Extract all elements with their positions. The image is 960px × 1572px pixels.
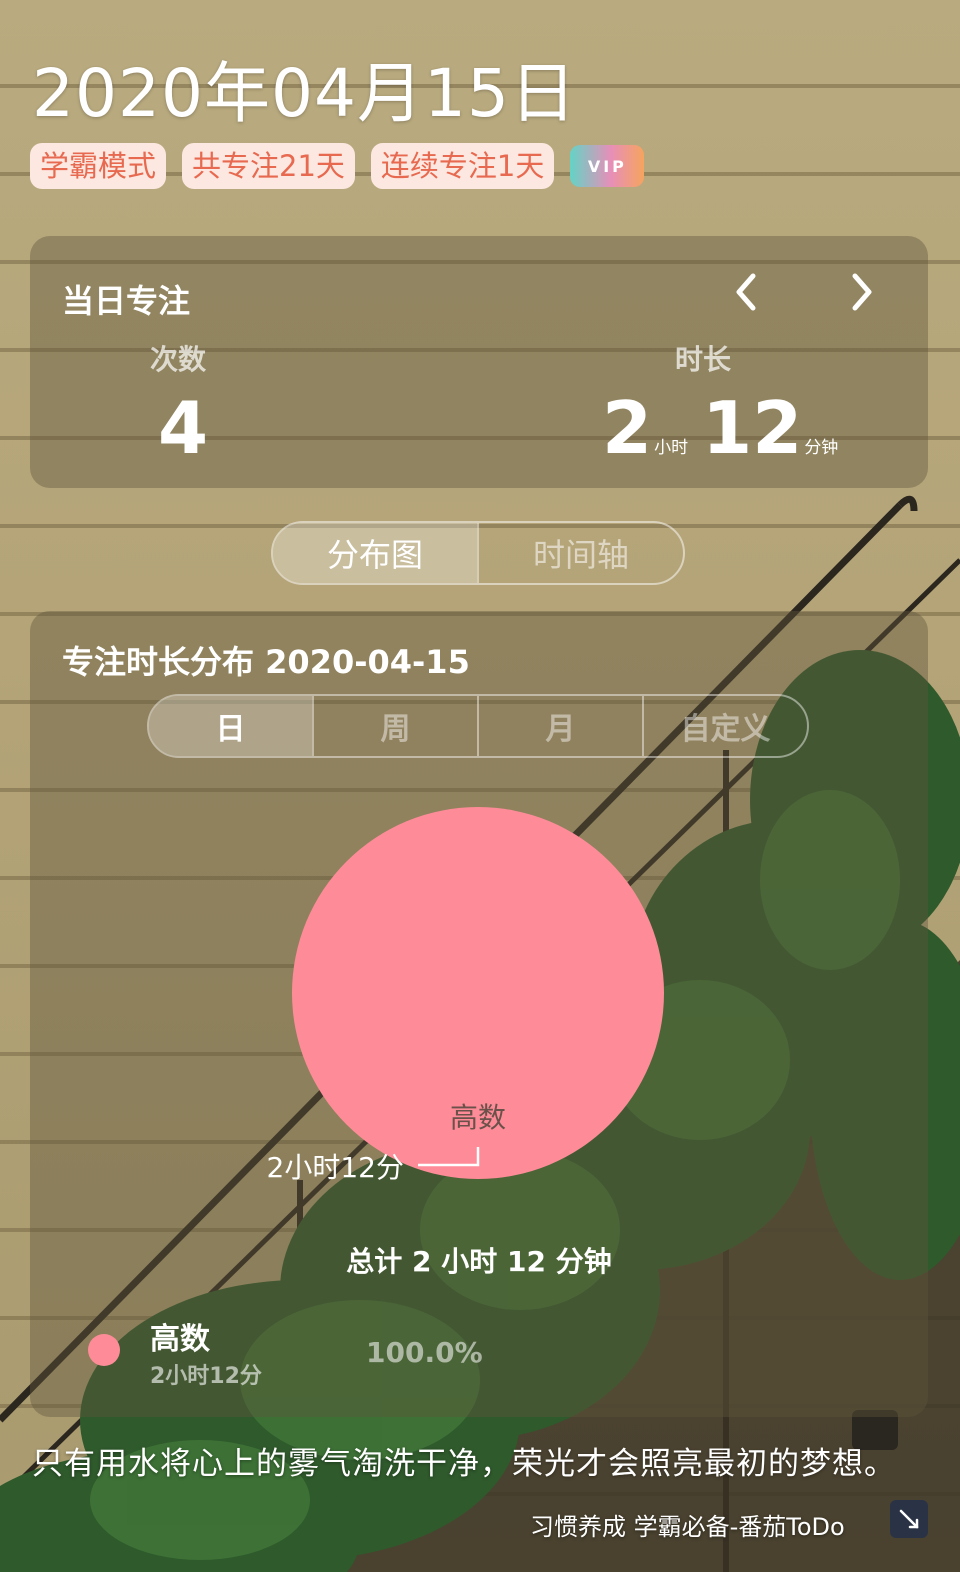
tab-distribution[interactable]: 分布图 (273, 523, 477, 583)
prev-day-button[interactable] (724, 270, 768, 314)
duration-label: 时长 (675, 343, 732, 376)
legend-item[interactable]: 高数 2小时12分 100.0% (88, 1314, 888, 1389)
daily-focus-title: 当日专注 (62, 282, 191, 320)
next-day-button[interactable] (840, 270, 884, 314)
legend-name: 高数 (150, 1322, 210, 1357)
fullscreen-button[interactable] (890, 1500, 928, 1538)
count-value: 4 (158, 386, 209, 470)
pie-chart: 高数 2小时12分 (267, 807, 664, 1184)
expand-icon (899, 1509, 919, 1529)
chevron-right-icon (852, 273, 872, 311)
date-title: 2020年04月15日 (32, 55, 577, 132)
brand-text: 习惯养成 学霸必备-番茄ToDo (530, 1513, 845, 1541)
minutes-unit: 分钟 (804, 438, 839, 458)
hours-value: 2 (602, 386, 653, 470)
chevron-left-icon (736, 273, 756, 311)
pie-chart-area: 高数 2小时12分 (30, 611, 928, 1311)
pie-slice-label: 高数 (450, 1101, 506, 1134)
mode-tag[interactable]: 学霸模式 (30, 143, 167, 189)
tag-row: 学霸模式 共专注21天 连续专注1天 VIP (30, 143, 645, 189)
legend-color-dot (88, 1334, 120, 1366)
legend-duration: 2小时12分 (150, 1364, 262, 1389)
count-label: 次数 (150, 343, 207, 376)
tab-timeline[interactable]: 时间轴 (477, 523, 683, 583)
total-days-tag[interactable]: 共专注21天 (182, 143, 355, 189)
pie-value-label: 2小时12分 (267, 1151, 404, 1184)
legend-percent: 100.0% (366, 1336, 483, 1369)
daily-focus-card: 当日专注 次数 时长 4 2 小时 12 分钟 (30, 236, 928, 488)
distribution-card: 专注时长分布 2020-04-15 日 周 月 自定义 高数 2小时12分 总计 … (30, 611, 928, 1417)
vip-badge[interactable]: VIP (570, 145, 645, 187)
total-duration: 总计 2 小时 12 分钟 (346, 1245, 612, 1278)
streak-tag[interactable]: 连续专注1天 (370, 143, 555, 189)
quote-text: 只有用水将心上的雾气淘洗干净，荣光才会照亮最初的梦想。 (32, 1446, 896, 1482)
minutes-value: 12 (702, 386, 803, 470)
view-toggle: 分布图 时间轴 (271, 521, 685, 585)
hours-unit: 小时 (654, 438, 689, 458)
duration-value: 2 小时 12 分钟 (602, 386, 852, 470)
